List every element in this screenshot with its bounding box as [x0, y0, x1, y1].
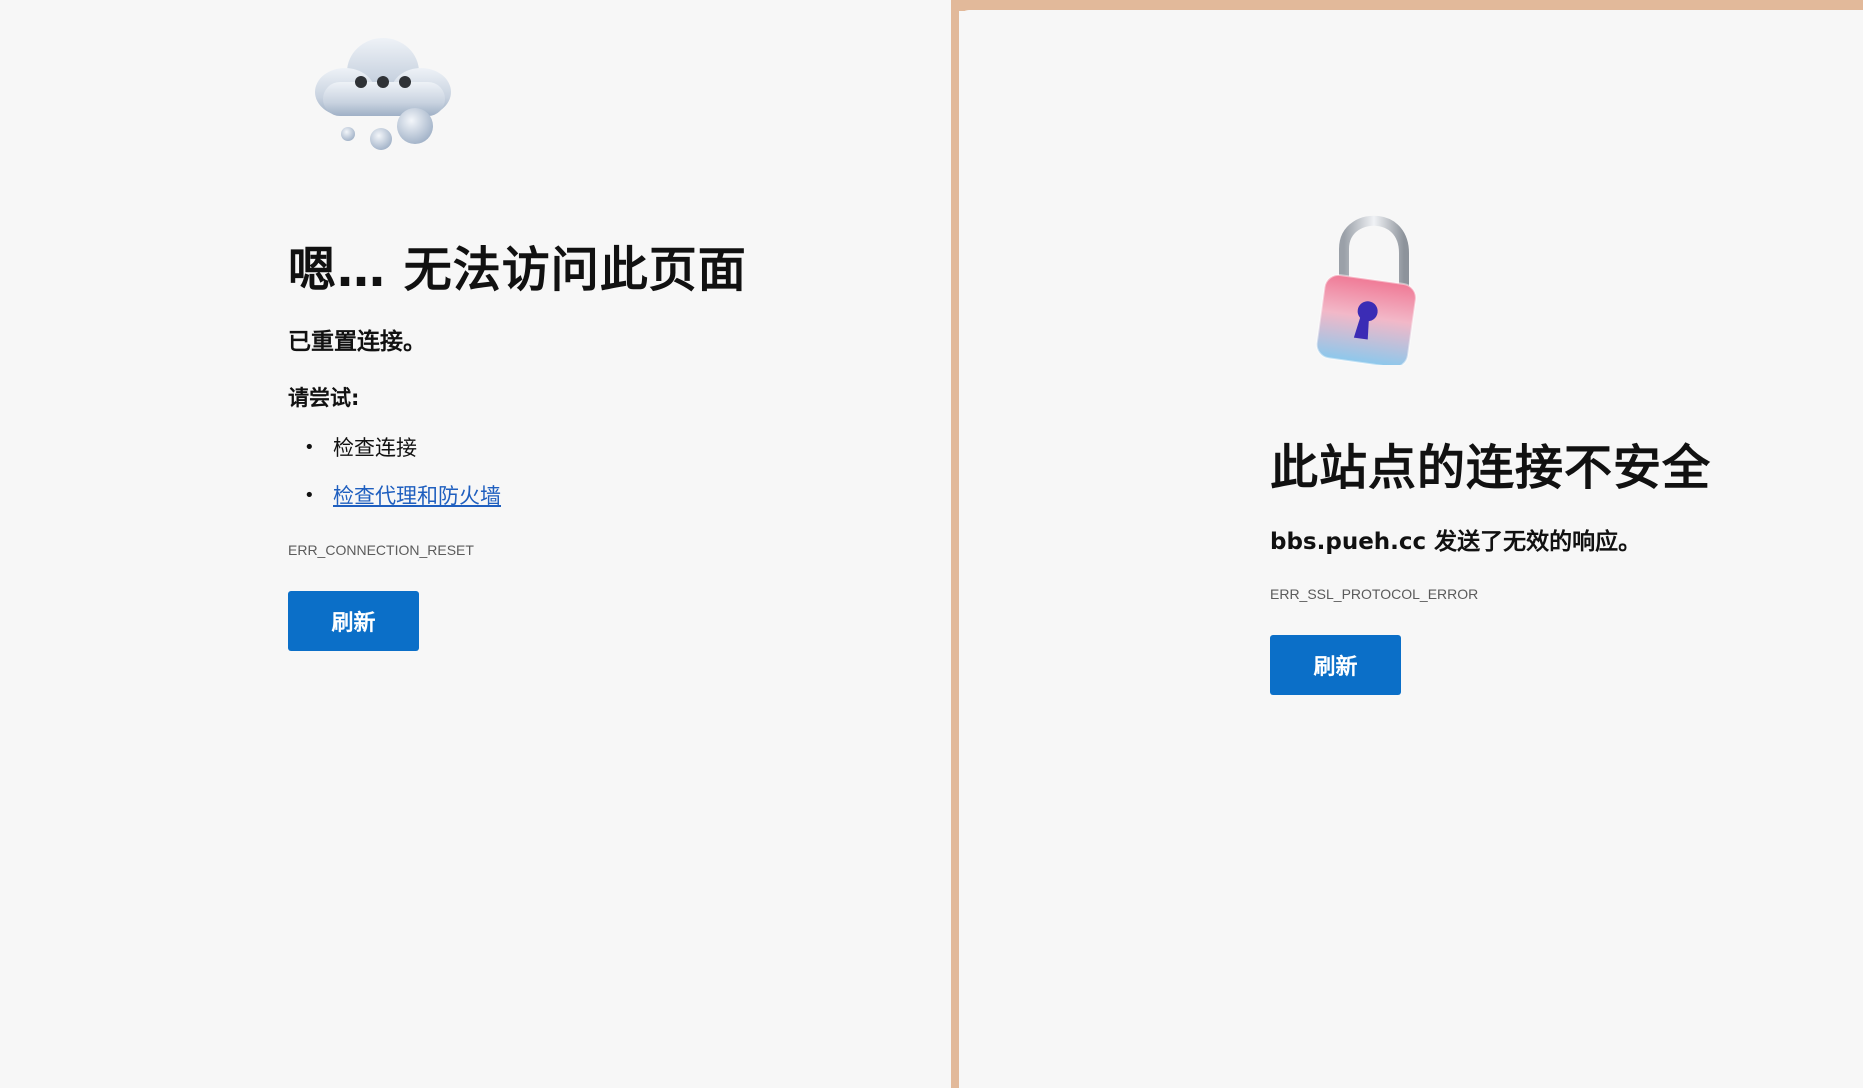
bullet-icon: •	[304, 437, 315, 458]
suggestion-check-connection: 检查连接	[333, 436, 417, 460]
list-item: • 检查连接	[288, 430, 501, 478]
screen: 嗯… 无法访问此页面 已重置连接。 请尝试: • 检查连接 • 检查代理和防火墙…	[0, 0, 1863, 1088]
window-divider	[951, 0, 959, 1088]
error-description: bbs.pueh.cc 发送了无效的响应。	[1270, 529, 1642, 555]
check-proxy-firewall-link[interactable]: 检查代理和防火墙	[333, 484, 501, 508]
error-description: 已重置连接。	[288, 329, 426, 355]
cloud-thinking-icon	[303, 30, 463, 155]
list-item: • 检查代理和防火墙	[288, 478, 501, 526]
page-title: 此站点的连接不安全	[1270, 440, 1712, 496]
refresh-button[interactable]: 刷新	[288, 591, 419, 651]
unlocked-padlock-icon	[1310, 215, 1420, 369]
error-code: ERR_SSL_PROTOCOL_ERROR	[1270, 586, 1479, 602]
try-label: 请尝试:	[288, 386, 360, 410]
error-code: ERR_CONNECTION_RESET	[288, 542, 474, 558]
suggestion-list: • 检查连接 • 检查代理和防火墙	[288, 430, 501, 526]
bullet-icon: •	[304, 485, 315, 506]
refresh-button[interactable]: 刷新	[1270, 635, 1401, 695]
page-title: 嗯… 无法访问此页面	[288, 242, 747, 298]
left-error-page: 嗯… 无法访问此页面 已重置连接。 请尝试: • 检查连接 • 检查代理和防火墙…	[0, 0, 951, 1088]
